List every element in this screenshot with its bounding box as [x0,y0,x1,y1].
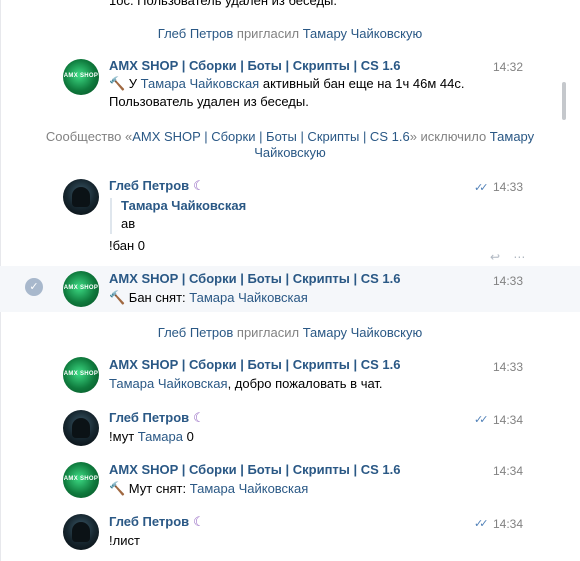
service-message-invite: Глеб Петров пригласил Тамару Чайковскую [0,26,580,42]
avatar-figure [72,418,90,438]
event-target-link[interactable]: Тамару Чайковскую [303,325,423,340]
message-m2: Глеб Петров ☾ ✓✓ 14:33 Тамара Чайковская … [0,174,580,264]
avatar-amx-shop[interactable]: AMX SHOP [63,271,99,307]
text-post: 0 [182,429,194,444]
hammer-icon: 🔨 [109,290,126,305]
user-link[interactable]: Тамара [138,429,183,444]
avatar-text: AMX SHOP [63,371,99,377]
sticker-icon: ☾ [193,178,205,193]
message-time[interactable]: 14:34 [493,517,523,531]
event-actor-link[interactable]: Глеб Петров [158,26,234,41]
quote-author[interactable]: Тамара Чайковская [121,198,246,213]
message-m4: AMX SHOP AMX SHOP | Сборки | Боты | Скри… [0,352,580,398]
message-time[interactable]: 14:33 [493,274,523,288]
avatar-text: AMX SHOP [63,285,99,291]
text-post: активный бан еще на 1ч 46м 44с. [259,76,465,91]
cut-off-text: 1ос. Пользователь удален из беседы. [109,0,337,8]
event-mid: » исключило [409,129,490,144]
text-post: , добро пожаловать в чат. [227,376,383,391]
message-m5: Глеб Петров ☾ ✓✓ 14:34 !мут Тамара 0 [0,405,580,451]
event-verb: пригласил [236,26,300,41]
message-text: !мут Тамара 0 [109,428,194,446]
message-author[interactable]: AMX SHOP | Сборки | Боты | Скрипты | CS … [109,357,401,372]
read-checks-icon: ✓✓ [474,182,489,194]
message-time[interactable]: 14:32 [493,60,523,74]
message-text: 🔨 Бан снят: Тамара Чайковская [109,289,308,307]
avatar-gleb[interactable] [63,179,99,215]
text-pre: У [125,76,141,91]
sticker-icon: ☾ [193,514,205,529]
message-text: 🔨 Мут снят: Тамара Чайковская [109,480,308,498]
event-target-link[interactable]: Тамару [490,129,534,144]
message-text-line2: Пользователь удален из беседы. [109,94,309,109]
avatar-text: AMX SHOP [63,73,99,79]
message-author[interactable]: AMX SHOP | Сборки | Боты | Скрипты | CS … [109,462,401,477]
message-text: !бан 0 [109,238,146,253]
text-pre: Бан снят: [125,290,190,305]
hammer-icon: 🔨 [109,76,126,91]
event-verb: пригласил [236,325,300,340]
user-link[interactable]: Тамара Чайковская [109,376,228,391]
service-message-invite: Глеб Петров пригласил Тамару Чайковскую [0,325,580,341]
message-actions: ↩ ⋯ [490,250,525,264]
message-time[interactable]: 14:34 [493,413,523,427]
avatar-text: AMX SHOP [63,476,99,482]
selected-check-icon[interactable]: ✓ [25,278,43,296]
author-name: Глеб Петров [109,178,190,193]
avatar-amx-shop[interactable]: AMX SHOP [63,59,99,95]
message-m3-selected: ✓ AMX SHOP AMX SHOP | Сборки | Боты | Ск… [0,266,580,312]
message-time[interactable]: 14:33 [493,360,523,374]
reply-quote[interactable]: Тамара Чайковская ав [110,198,246,234]
user-link[interactable]: Тамара Чайковская [189,290,308,305]
avatar-amx-shop[interactable]: AMX SHOP [63,357,99,393]
community-link[interactable]: AMX SHOP | Сборки | Боты | Скрипты | CS … [132,129,409,144]
message-m7: Глеб Петров ☾ ✓✓ 14:34 !лист [0,509,580,555]
message-author[interactable]: AMX SHOP | Сборки | Боты | Скрипты | CS … [109,271,401,286]
message-author[interactable]: Глеб Петров ☾ [109,514,205,530]
avatar-gleb[interactable] [63,514,99,550]
event-target-link-2[interactable]: Чайковскую [254,145,326,160]
avatar-figure [72,187,90,207]
author-name: Глеб Петров [109,514,190,529]
message-text: !лист [109,533,140,548]
message-time[interactable]: 14:34 [493,464,523,478]
event-target-link[interactable]: Тамару Чайковскую [303,26,423,41]
service-message-kick: Сообщество «AMX SHOP | Сборки | Боты | С… [30,129,550,161]
read-checks-icon: ✓✓ [474,414,489,426]
sticker-icon: ☾ [193,410,205,425]
message-text: 🔨 У Тамара Чайковская активный бан еще н… [109,75,464,93]
read-checks-icon: ✓✓ [474,518,489,530]
message-author[interactable]: Глеб Петров ☾ [109,178,205,194]
hammer-icon: 🔨 [109,481,126,496]
text-pre: !мут [109,429,138,444]
message-author[interactable]: AMX SHOP | Сборки | Боты | Скрипты | CS … [109,58,401,73]
user-link[interactable]: Тамара Чайковская [190,481,309,496]
event-actor-link[interactable]: Глеб Петров [158,325,234,340]
message-author[interactable]: Глеб Петров ☾ [109,410,205,426]
avatar-gleb[interactable] [63,410,99,446]
event-pre: Сообщество « [45,129,133,144]
reply-icon[interactable]: ↩ [490,250,500,264]
user-link[interactable]: Тамара Чайковская [141,76,260,91]
avatar-amx-shop[interactable]: AMX SHOP [63,462,99,498]
quote-text: ав [121,216,136,231]
avatar-figure [72,522,90,542]
message-m1: AMX SHOP AMX SHOP | Сборки | Боты | Скри… [0,54,580,114]
message-text: Тамара Чайковская, добро пожаловать в ча… [109,375,383,393]
more-icon[interactable]: ⋯ [513,250,525,264]
message-m6: AMX SHOP AMX SHOP | Сборки | Боты | Скри… [0,457,580,503]
text-pre: Мут снят: [125,481,190,496]
message-time[interactable]: 14:33 [493,180,523,194]
author-name: Глеб Петров [109,410,190,425]
